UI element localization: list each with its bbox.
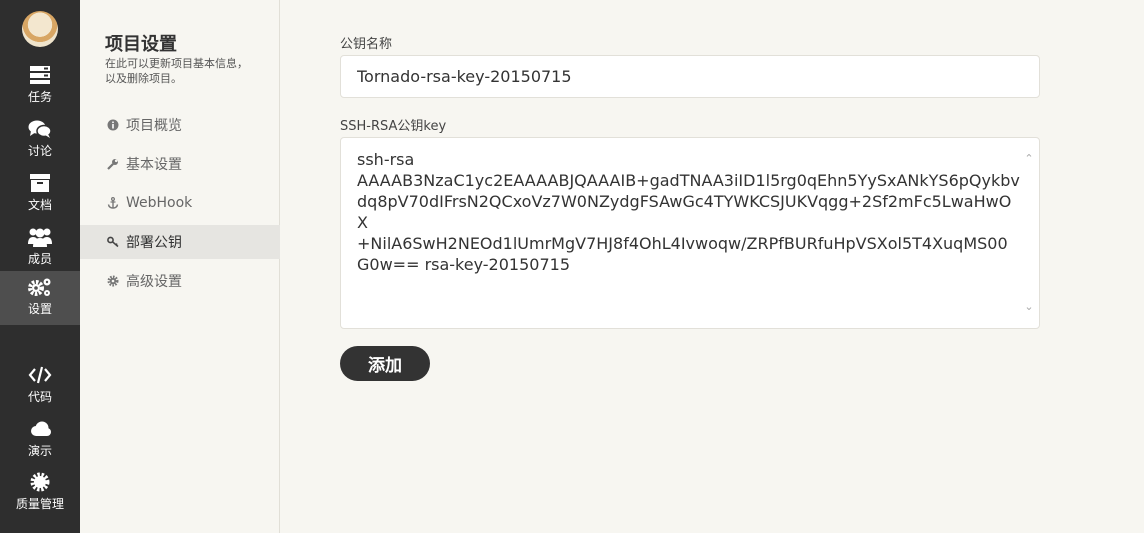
users-icon: [27, 225, 53, 249]
key-icon: [107, 236, 119, 248]
menu-item-label: 基本设置: [126, 157, 182, 173]
rail-item-label: 讨论: [27, 144, 52, 158]
rail-item-quality[interactable]: 质量管理: [0, 466, 80, 520]
rail-item-docs[interactable]: 文档: [0, 167, 80, 221]
menu-description: 在此可以更新项目基本信息，以及删除项目。: [105, 57, 248, 85]
add-key-button[interactable]: 添加: [340, 346, 430, 381]
gear-icon: [107, 275, 119, 287]
wrench-icon: [107, 158, 119, 170]
rail-item-tasks[interactable]: 任务: [0, 59, 80, 113]
avatar[interactable]: [22, 11, 58, 47]
deploy-key-form: 公钥名称 SSH-RSA公钥key ssh-rsa AAAAB3NzaC1yc2…: [281, 0, 1144, 533]
scroll-down-icon[interactable]: ⌄: [1024, 301, 1034, 312]
rail-item-discussion[interactable]: 讨论: [0, 113, 80, 167]
anchor-icon: [107, 197, 119, 209]
archive-box-icon: [27, 171, 53, 195]
key-line: dq8pV70dIFrsN2QCxoVz7W0NZydgFSAwGc4TYWKC…: [357, 192, 1012, 232]
key-name-label: 公钥名称: [340, 37, 393, 52]
cloud-icon: [27, 417, 53, 441]
menu-item-label: 部署公钥: [126, 235, 182, 251]
chat-bubbles-icon: [27, 117, 53, 141]
key-content-textarea[interactable]: ssh-rsa AAAAB3NzaC1yc2EAAAABJQAAAIB+gadT…: [340, 137, 1040, 329]
info-icon: [107, 119, 119, 131]
key-name-input[interactable]: [340, 55, 1040, 98]
rail-item-code[interactable]: 代码: [0, 359, 80, 413]
key-line: +NilA6SwH2NEOd1lUmrMgV7HJ8f4OhL4Ivwoqw/Z…: [357, 234, 1008, 253]
key-line: G0w== rsa-key-20150715: [357, 255, 570, 274]
rail-item-label: 设置: [27, 302, 52, 316]
rail-item-members[interactable]: 成员: [0, 221, 80, 275]
app-nav-rail: 任务 讨论 文档 成员 设置 代码 演示 质量管理: [0, 0, 80, 533]
rail-item-label: 成员: [27, 252, 52, 266]
key-line: ssh-rsa: [357, 150, 415, 169]
menu-title: 项目设置: [105, 34, 177, 55]
badge-icon: [27, 470, 53, 494]
menu-item-advanced-settings[interactable]: 高级设置: [80, 264, 280, 298]
rail-item-demo[interactable]: 演示: [0, 413, 80, 467]
rail-item-label: 文档: [27, 198, 52, 212]
rail-item-label: 代码: [27, 390, 52, 404]
menu-item-label: 高级设置: [126, 274, 182, 290]
code-icon: [27, 363, 53, 387]
key-content-label: SSH-RSA公钥key: [340, 119, 447, 134]
rail-item-label: 任务: [27, 90, 52, 104]
rail-item-settings[interactable]: 设置: [0, 271, 80, 325]
menu-item-webhook[interactable]: WebHook: [80, 186, 280, 220]
settings-menu: 项目设置 在此可以更新项目基本信息，以及删除项目。 项目概览 基本设置 WebH…: [80, 0, 280, 533]
scroll-up-icon[interactable]: ⌃: [1024, 153, 1034, 164]
rail-item-label: 演示: [27, 444, 52, 458]
gears-icon: [27, 275, 53, 299]
textarea-scrollbar[interactable]: ⌃ ⌄: [1021, 140, 1037, 326]
menu-item-basic-settings[interactable]: 基本设置: [80, 147, 280, 181]
tasks-icon: [27, 63, 53, 87]
menu-item-deploy-keys[interactable]: 部署公钥: [80, 225, 280, 259]
menu-item-overview[interactable]: 项目概览: [80, 108, 280, 142]
menu-item-label: WebHook: [126, 195, 193, 211]
menu-item-label: 项目概览: [126, 118, 182, 134]
key-content-text: ssh-rsa AAAAB3NzaC1yc2EAAAABJQAAAIB+gadT…: [357, 149, 1021, 319]
rail-item-label: 质量管理: [15, 497, 64, 511]
key-line: AAAAB3NzaC1yc2EAAAABJQAAAIB+gadTNAA3iID1…: [357, 171, 1020, 190]
